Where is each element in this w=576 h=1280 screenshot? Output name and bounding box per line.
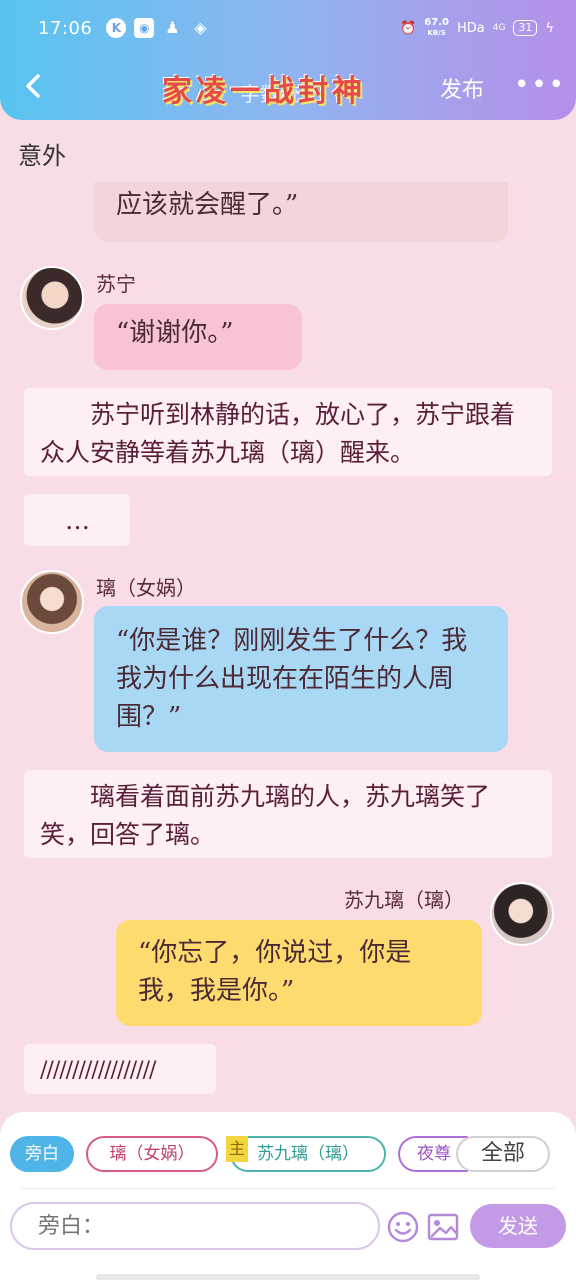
message-input[interactable] xyxy=(10,1202,380,1250)
message-bubble[interactable]: “谢谢你。” xyxy=(94,304,302,370)
layers-icon: ◈ xyxy=(194,18,207,37)
all-roles-label: 全部 xyxy=(480,1141,525,1166)
hd-indicator: HDa xyxy=(456,20,485,36)
chat-area[interactable]: 意外 应该就会醒了。” 苏宁 “谢谢你。” 苏宁听到林静的话，放心了，苏宁跟着众… xyxy=(0,120,576,1112)
avatar-suning[interactable] xyxy=(20,266,84,330)
net-speed-unit: KB/S xyxy=(427,29,446,37)
scene-label: 意外 xyxy=(18,142,66,170)
emoji-icon[interactable] xyxy=(386,1210,420,1244)
narration-text: … xyxy=(40,506,91,535)
role-chip-li[interactable]: 璃（女娲） xyxy=(86,1136,218,1172)
net-speed-value: 67.0 xyxy=(424,17,449,28)
charging-icon: ϟ xyxy=(545,20,554,36)
narration-block[interactable]: ////////////////// xyxy=(24,1044,216,1094)
top-bar: 字数统计 家凌一战封神 发布 ••• xyxy=(0,56,576,116)
more-icon[interactable]: ••• xyxy=(514,70,566,100)
all-roles-button[interactable]: 全部 xyxy=(456,1136,550,1172)
back-arrow-icon[interactable] xyxy=(18,68,50,104)
narration-text: 璃看着面前苏九璃的人，苏九璃笑了笑，回答了璃。 xyxy=(40,782,491,849)
speaker-name: 璃（女娲） xyxy=(96,576,196,600)
narration-text: 苏宁听到林静的话，放心了，苏宁跟着众人安静等着苏九璃（璃）醒来。 xyxy=(40,400,516,467)
role-chip-label: 夜尊 xyxy=(417,1144,451,1164)
system-nav-bar[interactable] xyxy=(96,1274,480,1280)
title-area[interactable]: 字数统计 家凌一战封神 xyxy=(150,62,420,110)
qq-icon: ♟ xyxy=(165,18,180,37)
app-notification-icon: ◉ xyxy=(134,18,155,38)
publish-button[interactable]: 发布 xyxy=(440,72,484,104)
main-role-badge: 主 xyxy=(226,1136,248,1162)
net-speed: 67.0 KB/S xyxy=(424,18,449,38)
battery-icon: 31 xyxy=(513,20,538,36)
status-bar: 17:06 K ◉ ♟ ◈ ⏰ 67.0 KB/S HDa 4G 31 ϟ xyxy=(0,0,576,56)
narration-block[interactable]: … xyxy=(24,494,130,546)
k-app-icon: K xyxy=(106,18,127,38)
message-text: “你忘了，你说过，你是我，我是你。” xyxy=(138,938,412,1006)
role-chip-sujiuli[interactable]: 苏九璃（璃） xyxy=(230,1136,386,1172)
speaker-name: 苏九璃（璃） xyxy=(344,888,464,912)
message-bubble[interactable]: “你是谁？刚刚发生了什么？我我为什么出现在在陌生的人周围？” xyxy=(94,606,508,752)
story-title: 家凌一战封神 xyxy=(162,74,366,109)
narration-text: ////////////////// xyxy=(40,1058,156,1083)
alarm-icon: ⏰ xyxy=(400,20,417,36)
role-chip-label: 旁白 xyxy=(25,1144,59,1164)
image-icon[interactable] xyxy=(426,1210,460,1244)
bottom-panel: 旁白 璃（女娲） 苏九璃（璃） 主 夜尊 全部 发送 xyxy=(0,1112,576,1280)
message-text: “你是谁？刚刚发生了什么？我我为什么出现在在陌生的人周围？” xyxy=(116,626,468,732)
message-bubble[interactable]: “你忘了，你说过，你是我，我是你。” xyxy=(116,920,482,1026)
speaker-name: 苏宁 xyxy=(96,272,136,296)
signal-icon: 4G xyxy=(492,23,506,33)
message-text: “谢谢你。” xyxy=(116,318,234,348)
avatar-sujiuli[interactable] xyxy=(490,882,554,946)
avatar-li[interactable] xyxy=(20,570,84,634)
role-chip-label: 璃（女娲） xyxy=(109,1144,195,1164)
status-time: 17:06 xyxy=(38,17,93,39)
narration-block[interactable]: 苏宁听到林静的话，放心了，苏宁跟着众人安静等着苏九璃（璃）醒来。 xyxy=(24,388,552,476)
role-chip-label: 苏九璃（璃） xyxy=(257,1144,359,1164)
send-button[interactable]: 发送 xyxy=(470,1204,566,1248)
narration-block[interactable]: 璃看着面前苏九璃的人，苏九璃笑了笑，回答了璃。 xyxy=(24,770,552,858)
divider xyxy=(20,1188,556,1189)
message-bubble[interactable]: 应该就会醒了。” xyxy=(94,182,508,242)
role-chip-narrator[interactable]: 旁白 xyxy=(10,1136,74,1172)
status-right: ⏰ 67.0 KB/S HDa 4G 31 ϟ xyxy=(400,18,554,38)
message-text: 应该就会醒了。” xyxy=(116,190,299,220)
